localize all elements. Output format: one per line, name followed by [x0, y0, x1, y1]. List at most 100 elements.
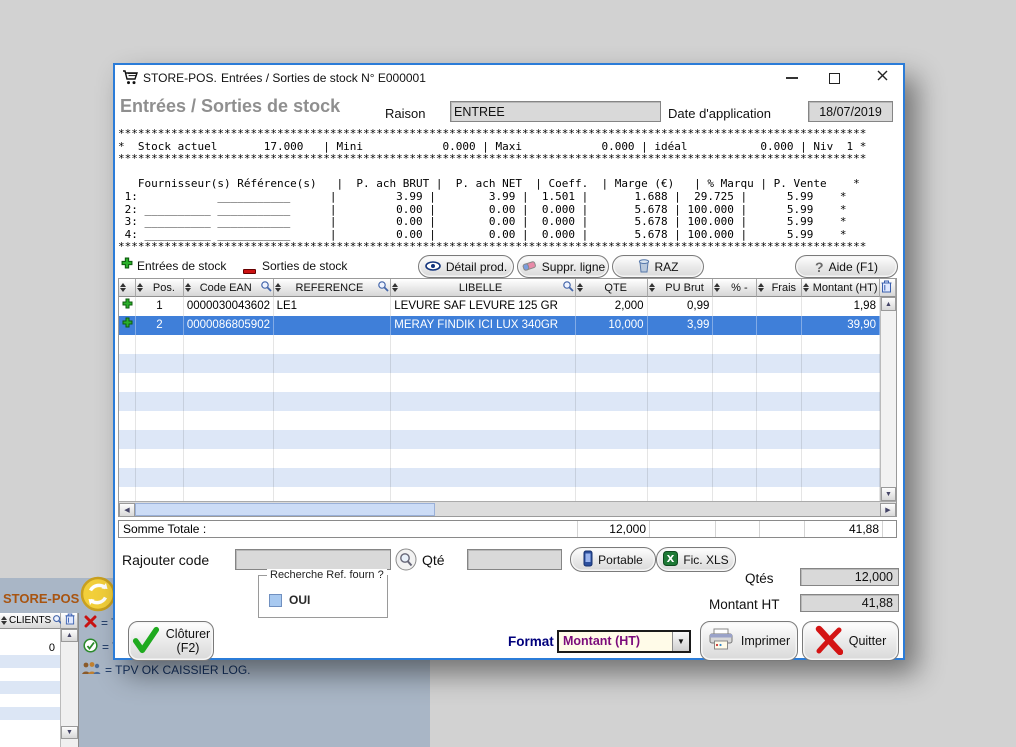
cell-qte: 2,000: [576, 297, 648, 316]
close-button[interactable]: [867, 68, 897, 88]
maximize-button[interactable]: [819, 68, 849, 88]
clients-row[interactable]: [0, 629, 61, 642]
empty-table-row[interactable]: [119, 449, 880, 468]
scroll-right-icon[interactable]: ▶: [880, 503, 896, 517]
recherche-ref-title: Recherche Ref. fourn ?: [267, 569, 387, 581]
cell-empty: [184, 430, 274, 449]
clients-delete-column-header[interactable]: [61, 613, 78, 629]
fic-xls-button[interactable]: X Fic. XLS: [656, 547, 736, 572]
empty-table-row[interactable]: [119, 392, 880, 411]
cell-empty: [274, 468, 392, 487]
table-row[interactable]: 20000086805902MERAY FINDIK ICI LUX 340GR…: [119, 316, 880, 335]
clients-row[interactable]: [0, 694, 61, 707]
cell-empty: [391, 411, 575, 430]
empty-table-row[interactable]: [119, 373, 880, 392]
clients-row[interactable]: [0, 668, 61, 681]
cell-montant: 39,90: [802, 316, 880, 335]
column-header-pos[interactable]: Pos.: [136, 279, 184, 297]
cloturer-label: Clôturer: [166, 627, 210, 641]
cell-empty: [274, 487, 392, 501]
cell-empty: [119, 430, 136, 449]
clients-row[interactable]: [0, 720, 61, 733]
column-label: Frais: [767, 282, 800, 294]
cart-icon: [122, 70, 139, 90]
horizontal-scrollbar[interactable]: ◀ ▶: [119, 501, 896, 516]
cell-empty: [184, 468, 274, 487]
qte-input[interactable]: [467, 549, 562, 570]
title-bar[interactable]: STORE-POS. Entrées / Sorties de stock N°…: [115, 65, 903, 90]
cell-empty: [136, 449, 184, 468]
column-header-frais[interactable]: Frais: [757, 279, 802, 297]
column-header-ean[interactable]: Code EAN: [184, 279, 274, 297]
sync-icon[interactable]: [80, 576, 116, 617]
clients-row[interactable]: [0, 681, 61, 694]
format-dropdown[interactable]: Montant (HT) ▼: [557, 630, 691, 653]
empty-table-row[interactable]: [119, 430, 880, 449]
empty-table-row[interactable]: [119, 487, 880, 501]
cell-empty: [648, 430, 714, 449]
scroll-down-icon[interactable]: ▼: [61, 726, 78, 739]
column-separator: [882, 521, 883, 537]
portable-button[interactable]: Portable: [570, 547, 656, 572]
cell-empty: [757, 392, 802, 411]
cell-libelle: LEVURE SAF LEVURE 125 GR: [391, 297, 575, 316]
minimize-icon: [786, 77, 798, 79]
scroll-up-icon[interactable]: ▲: [881, 297, 896, 311]
date-field[interactable]: 18/07/2019: [808, 101, 893, 122]
column-header-libelle[interactable]: LIBELLE: [391, 279, 576, 297]
cell-qte: 10,000: [576, 316, 648, 335]
minus-icon: [243, 263, 256, 277]
detail-prod-button[interactable]: Détail prod.: [418, 255, 514, 278]
cell-empty: [184, 487, 274, 501]
sort-icon: [185, 283, 192, 292]
green-check-icon: [132, 625, 160, 658]
cell-empty: [136, 468, 184, 487]
suppr-ligne-button[interactable]: Suppr. ligne: [517, 255, 609, 278]
cell-empty: [119, 487, 136, 501]
column-header-montant[interactable]: Montant (HT): [802, 279, 880, 297]
minimize-button[interactable]: [777, 68, 807, 88]
empty-table-row[interactable]: [119, 411, 880, 430]
column-header-pu[interactable]: PU Brut: [648, 279, 714, 297]
cell-ean: 0000030043602: [184, 297, 274, 316]
vertical-scrollbar[interactable]: ▲ ▼: [880, 297, 896, 501]
cell-empty: [136, 430, 184, 449]
search-code-button[interactable]: [395, 548, 417, 576]
code-input[interactable]: [235, 549, 391, 570]
scroll-left-icon[interactable]: ◀: [119, 503, 135, 517]
clients-row[interactable]: [0, 707, 61, 720]
chevron-down-icon[interactable]: ▼: [672, 632, 689, 651]
column-label: QTE: [586, 282, 646, 294]
raison-input[interactable]: [450, 101, 661, 122]
oui-checkbox[interactable]: [269, 594, 282, 607]
table-row[interactable]: 10000030043602LE1LEVURE SAF LEVURE 125 G…: [119, 297, 880, 316]
imprimer-button[interactable]: Imprimer: [700, 621, 798, 661]
aide-button[interactable]: ? Aide (F1): [795, 255, 898, 278]
cell-empty: [576, 487, 648, 501]
maximize-icon: [829, 73, 840, 84]
cloturer-button[interactable]: Clôturer(F2): [128, 621, 214, 661]
cell-empty: [391, 487, 575, 501]
empty-table-row[interactable]: [119, 468, 880, 487]
raz-button[interactable]: RAZ: [612, 255, 704, 278]
cell-empty: [576, 335, 648, 354]
scroll-down-icon[interactable]: ▼: [881, 487, 896, 501]
scroll-up-icon[interactable]: ▲: [61, 629, 78, 642]
scrollbar-thumb[interactable]: [135, 503, 435, 516]
totals-qte: 12,000: [577, 522, 646, 536]
column-header-ref[interactable]: REFERENCE: [274, 279, 392, 297]
clients-scrollbar[interactable]: ▲ ▼: [60, 629, 78, 747]
cell-empty: [713, 335, 757, 354]
empty-table-row[interactable]: [119, 335, 880, 354]
quitter-button[interactable]: Quitter: [802, 621, 899, 661]
column-header-del[interactable]: [880, 279, 896, 297]
empty-table-row[interactable]: [119, 354, 880, 373]
cell-pct: [713, 297, 757, 316]
column-header-pct[interactable]: % -: [713, 279, 757, 297]
clients-row[interactable]: 0: [0, 642, 61, 655]
column-header-rowicon[interactable]: [119, 279, 136, 297]
clients-column-header[interactable]: CLIENTS: [0, 613, 61, 629]
clients-row[interactable]: [0, 655, 61, 668]
sort-icon: [392, 283, 399, 292]
column-header-qte[interactable]: QTE: [576, 279, 648, 297]
